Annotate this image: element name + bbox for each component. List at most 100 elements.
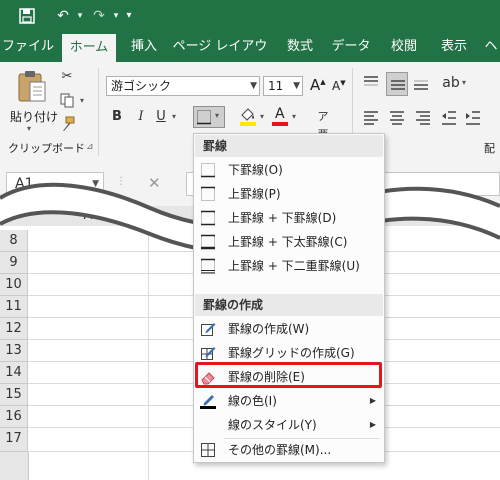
menu-item-label: 線の色(I) (228, 394, 277, 408)
submenu-arrow-icon: ▶ (369, 396, 376, 405)
top-border-icon (201, 186, 215, 201)
menu-item-top-thick-bottom-border[interactable]: 上罫線 + 下太罫線(C) (194, 230, 384, 254)
bold-button[interactable]: B (108, 108, 126, 126)
copy-icon[interactable] (58, 92, 76, 110)
align-right-icon[interactable] (414, 108, 434, 128)
middle-align-icon[interactable] (386, 72, 408, 96)
font-name-combo[interactable]: 游ゴシック ▼ (106, 76, 260, 96)
fill-color-dropdown-icon[interactable]: ▾ (260, 112, 264, 121)
font-color-swatch (272, 122, 288, 126)
orientation-dropdown-icon[interactable]: ▾ (462, 78, 466, 87)
menu-item-label: 上罫線 + 下太罫線(C) (228, 235, 348, 249)
menu-item-line-color[interactable]: 線の色(I) ▶ (194, 389, 384, 413)
all-borders-icon (201, 443, 215, 457)
redo-dropdown-icon[interactable]: ▾ (110, 0, 122, 32)
copy-dropdown-icon[interactable]: ▾ (80, 96, 84, 105)
tab-file[interactable]: ファイル (0, 32, 56, 62)
ribbon-tabs: ファイル ホーム 挿入 ページ レイアウト 数式 データ 校閲 表示 ヘ (0, 32, 500, 84)
align-center-icon[interactable] (388, 108, 408, 128)
top-thick-bottom-border-icon (201, 234, 215, 250)
font-color-dropdown-icon[interactable]: ▾ (292, 112, 296, 121)
borders-menu: 罫線 下罫線(O) 上罫線(P) 上罫線 + 下罫線(D) 上罫線 + 下太罫線… (193, 133, 385, 463)
top-bottom-border-icon (201, 210, 215, 226)
menu-item-draw-border[interactable]: 罫線の作成(W) (194, 317, 384, 341)
submenu-arrow-icon: ▶ (369, 420, 376, 429)
decrease-indent-icon[interactable] (440, 108, 460, 128)
undo-dropdown-icon[interactable]: ▾ (74, 0, 86, 32)
tab-home[interactable]: ホーム (62, 34, 116, 62)
menu-item-label: 上罫線 + 下二重罫線(U) (228, 259, 360, 273)
menu-item-top-bottom-border[interactable]: 上罫線 + 下罫線(D) (194, 206, 384, 230)
clipboard-launcher-icon[interactable]: ⊿ (86, 142, 94, 152)
row-header[interactable]: 16 (0, 406, 28, 428)
align-left-icon[interactable] (362, 108, 382, 128)
font-size-combo[interactable]: 11 ▼ (263, 76, 303, 96)
chevron-down-icon: ▼ (250, 81, 257, 91)
fill-color-button[interactable] (238, 106, 260, 128)
save-icon[interactable] (16, 0, 38, 32)
underline-dropdown-icon[interactable]: ▾ (172, 112, 176, 121)
top-double-bottom-border-icon (201, 258, 215, 274)
gridline (148, 226, 149, 480)
menu-item-bottom-border[interactable]: 下罫線(O) (194, 158, 384, 182)
font-color-button[interactable]: A (270, 106, 292, 128)
menu-item-line-style[interactable]: 線のスタイル(Y) ▶ (194, 413, 384, 437)
grow-font-button[interactable]: A▲ (310, 76, 326, 94)
tab-view[interactable]: 表示 (434, 32, 474, 62)
row-header[interactable]: 14 (0, 362, 28, 384)
draw-border-grid-icon (201, 347, 216, 360)
row-header[interactable]: 17 (0, 428, 28, 452)
menu-item-more-borders[interactable]: その他の罫線(M)... (194, 438, 384, 462)
cut-icon[interactable]: ✂ (58, 68, 76, 86)
tab-formulas[interactable]: 数式 (280, 32, 320, 62)
draw-border-icon (201, 323, 216, 336)
format-painter-icon[interactable] (58, 116, 76, 134)
row-header[interactable]: 15 (0, 384, 28, 406)
title-bar: ↶ ▾ ↷ ▾ ▾ (0, 0, 500, 32)
borders-button[interactable]: ▾ (193, 106, 225, 128)
paste-label: 貼り付け (10, 110, 59, 124)
orientation-icon[interactable]: ab (442, 74, 460, 92)
fill-color-icon (240, 108, 256, 126)
shrink-font-button[interactable]: A▼ (332, 79, 346, 93)
font-color-letter: A (275, 106, 285, 122)
row-header[interactable]: 11 (0, 296, 28, 318)
undo-icon[interactable]: ↶ (52, 0, 74, 32)
tab-review[interactable]: 校閲 (384, 32, 424, 62)
tab-page-layout[interactable]: ページ レイアウト (170, 32, 270, 84)
paste-button[interactable]: 貼り付け ▾ (10, 68, 58, 133)
redo-icon[interactable]: ↷ (88, 0, 110, 32)
menu-item-label: 線のスタイル(Y) (228, 418, 317, 432)
menu-item-label: 下罫線(O) (228, 163, 283, 177)
row-header-filler (0, 452, 29, 480)
highlight-frame (195, 362, 382, 388)
menu-item-top-double-bottom-border[interactable]: 上罫線 + 下二重罫線(U) (194, 254, 384, 278)
tab-help[interactable]: ヘ (482, 32, 500, 62)
menu-item-label: 上罫線(P) (228, 187, 281, 201)
tab-data[interactable]: データ (328, 32, 374, 62)
group-divider (98, 68, 99, 156)
chevron-down-icon: ▼ (293, 81, 300, 91)
tab-insert[interactable]: 挿入 (122, 32, 166, 62)
increase-indent-icon[interactable] (464, 108, 484, 128)
customize-qat-icon[interactable]: ▾ (122, 0, 136, 32)
line-color-icon (200, 395, 216, 409)
menu-item-label: 上罫線 + 下罫線(D) (228, 211, 337, 225)
menu-section-header: 罫線 (195, 135, 383, 157)
clipboard-group-label: クリップボード (8, 142, 85, 155)
borders-icon (197, 110, 211, 125)
row-header[interactable]: 13 (0, 340, 28, 362)
paste-dropdown-icon[interactable]: ▾ (27, 124, 31, 133)
italic-button[interactable]: I (132, 108, 150, 126)
phonetic-icon[interactable]: ア亜 (314, 108, 332, 141)
bottom-align-icon[interactable] (412, 74, 432, 94)
menu-item-top-border[interactable]: 上罫線(P) (194, 182, 384, 206)
row-header[interactable]: 10 (0, 274, 28, 296)
top-align-icon[interactable] (362, 74, 382, 94)
borders-dropdown-icon: ▾ (215, 111, 220, 120)
row-header[interactable]: 12 (0, 318, 28, 340)
paste-icon (18, 71, 46, 102)
bottom-border-icon (201, 163, 215, 178)
menu-item-label: その他の罫線(M)... (228, 443, 332, 457)
underline-button[interactable]: U (152, 108, 170, 126)
